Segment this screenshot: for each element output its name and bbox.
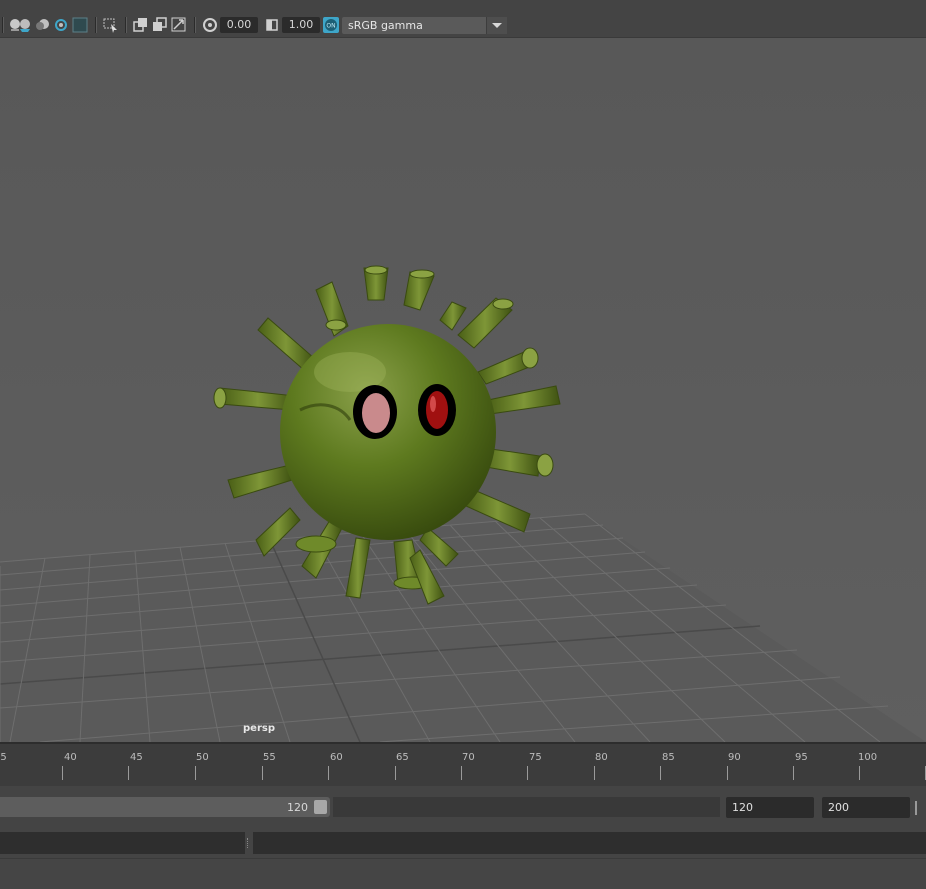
field-chart-icon[interactable] [171, 17, 187, 33]
tick-label: 70 [462, 752, 475, 763]
tick-label: 75 [529, 752, 542, 763]
select-camera-icon[interactable] [103, 17, 119, 33]
command-input[interactable] [0, 832, 245, 854]
tick-mark [62, 766, 63, 780]
tick-mark [395, 766, 396, 780]
tick-label: 55 [263, 752, 276, 763]
tick-label: 35 [0, 752, 7, 763]
viewport-panel-toolbar: 0.00 1.00 ON sRGB gamma [0, 0, 926, 38]
gate-mask-icon[interactable] [152, 17, 168, 33]
gamma-field[interactable]: 1.00 [282, 17, 320, 33]
shadows-icon[interactable] [35, 17, 51, 33]
tick-mark [195, 766, 196, 780]
range-slider-handle[interactable] [314, 800, 327, 814]
scene-canvas [0, 265, 926, 742]
xray-icon[interactable] [72, 17, 88, 33]
range-row-splitter[interactable] [915, 801, 917, 815]
resolution-gate-icon[interactable] [133, 17, 149, 33]
lighting-all-icon[interactable] [17, 17, 33, 33]
color-space-dropdown-button[interactable] [486, 17, 507, 34]
tick-label: 95 [795, 752, 808, 763]
exposure-field[interactable]: 0.00 [220, 17, 258, 33]
animation-end-field[interactable]: 200 [822, 797, 910, 818]
tick-mark [660, 766, 661, 780]
command-result-field [253, 832, 926, 854]
tick-label: 80 [595, 752, 608, 763]
camera-name-label: persp [243, 723, 275, 734]
tick-mark [859, 766, 860, 780]
range-end-label: 120 [287, 801, 308, 814]
tick-mark [594, 766, 595, 780]
help-line [0, 858, 926, 889]
chevron-down-icon [492, 23, 502, 28]
ambient-occlusion-icon[interactable] [53, 17, 69, 33]
tick-mark [527, 766, 528, 780]
tick-mark [128, 766, 129, 780]
gamma-icon[interactable] [264, 17, 280, 33]
toolbar-separator [194, 17, 196, 33]
range-slider-track[interactable] [333, 797, 720, 817]
toolbar-separator [125, 17, 127, 33]
tick-mark [793, 766, 794, 780]
tick-label: 50 [196, 752, 209, 763]
exposure-icon[interactable] [202, 17, 218, 33]
tick-label: 100 [858, 752, 878, 763]
tick-label: 90 [728, 752, 741, 763]
tick-label: 60 [330, 752, 343, 763]
range-slider-bar[interactable]: 120 [0, 797, 330, 817]
toolbar-separator [2, 17, 4, 33]
color-management-toggle-label: ON [326, 23, 335, 30]
color-space-dropdown[interactable]: sRGB gamma [342, 17, 507, 34]
command-line-splitter[interactable] [247, 838, 250, 848]
color-space-value: sRGB gamma [348, 19, 423, 32]
playback-end-field[interactable]: 120 [726, 797, 814, 818]
toolbar-separator [95, 17, 97, 33]
tick-label: 65 [396, 752, 409, 763]
perspective-viewport[interactable]: persp [0, 38, 926, 742]
virus-eye-left [353, 385, 397, 439]
tick-label: 45 [130, 752, 143, 763]
tick-mark [328, 766, 329, 780]
tick-label: 85 [662, 752, 675, 763]
command-line-row [0, 828, 926, 858]
time-slider[interactable]: 35 40 45 50 55 60 65 70 75 80 85 90 95 1… [0, 742, 926, 786]
tick-mark [727, 766, 728, 780]
ground-grid [0, 513, 926, 742]
range-slider-row: 120 120 200 [0, 793, 926, 821]
tick-mark [461, 766, 462, 780]
tick-mark [262, 766, 263, 780]
virus-eye-right [418, 384, 456, 436]
tick-label: 40 [64, 752, 77, 763]
color-management-icon[interactable]: ON [323, 17, 339, 33]
